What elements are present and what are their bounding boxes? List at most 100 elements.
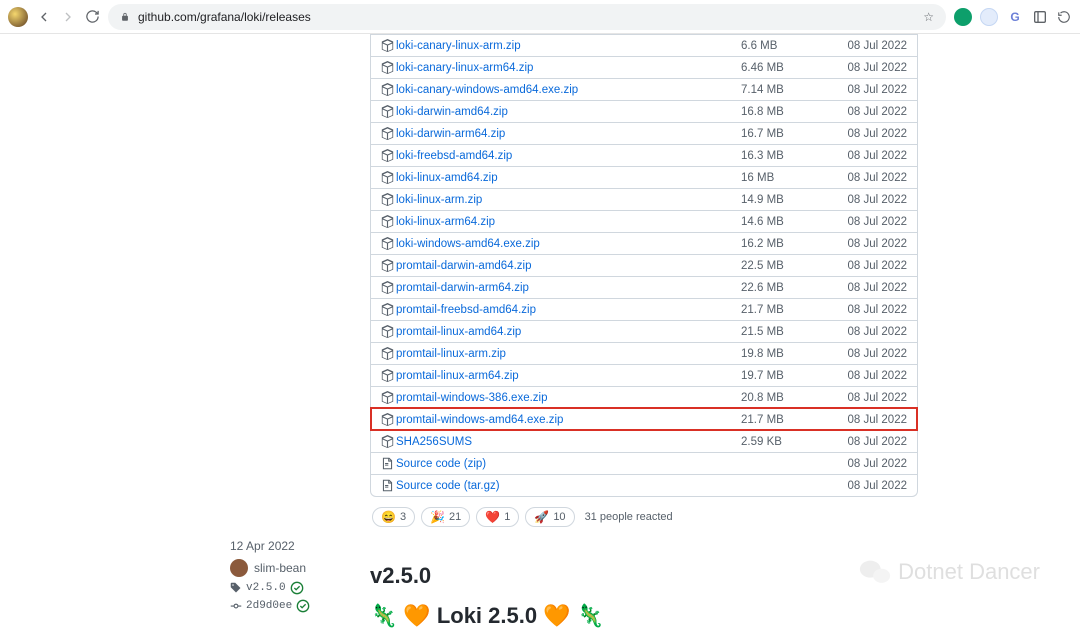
reaction-emoji-icon: ❤️ xyxy=(485,510,500,524)
asset-link[interactable]: loki-windows-amd64.exe.zip xyxy=(396,238,540,250)
assets-list: loki-canary-linux-arm.zip6.6 MB08 Jul 20… xyxy=(370,34,918,497)
asset-size: 22.5 MB xyxy=(741,260,831,272)
asset-link[interactable]: promtail-linux-amd64.zip xyxy=(396,326,521,338)
asset-date: 08 Jul 2022 xyxy=(831,194,907,206)
reading-list-icon[interactable] xyxy=(1032,9,1048,25)
reactions-bar: 😄3 🎉21 ❤️1 🚀10 31 people reacted xyxy=(370,507,918,527)
asset-date: 08 Jul 2022 xyxy=(831,62,907,74)
reaction-count: 21 xyxy=(449,511,461,523)
bookmark-star-icon[interactable]: ☆ xyxy=(923,10,934,24)
asset-row: Source code (zip) 08 Jul 2022 xyxy=(371,452,917,474)
asset-size: 16 MB xyxy=(741,172,831,184)
asset-row: loki-darwin-amd64.zip16.8 MB08 Jul 2022 xyxy=(371,100,917,122)
asset-link[interactable]: loki-freebsd-amd64.zip xyxy=(396,150,512,162)
asset-row: promtail-linux-amd64.zip 21.5 MB08 Jul 20… xyxy=(371,320,917,342)
watermark-text: Dotnet Dancer xyxy=(898,559,1040,585)
asset-link[interactable]: promtail-linux-arm64.zip xyxy=(396,370,519,382)
extension-g-icon[interactable]: G xyxy=(1006,8,1024,26)
asset-link[interactable]: promtail-windows-386.exe.zip xyxy=(396,392,547,404)
asset-row: promtail-windows-386.exe.zip 20.8 MB08 Ju… xyxy=(371,386,917,408)
asset-size: 6.46 MB xyxy=(741,62,831,74)
asset-date: 08 Jul 2022 xyxy=(831,128,907,140)
extension-blue-icon[interactable] xyxy=(980,8,998,26)
asset-size: 21.7 MB xyxy=(741,304,831,316)
address-bar[interactable]: github.com/grafana/loki/releases ☆ xyxy=(108,4,946,30)
reaction-emoji-icon: 😄 xyxy=(381,510,396,524)
asset-size: 20.8 MB xyxy=(741,392,831,404)
asset-link[interactable]: loki-canary-linux-arm64.zip xyxy=(396,62,533,74)
asset-date: 08 Jul 2022 xyxy=(831,304,907,316)
asset-date: 08 Jul 2022 xyxy=(831,436,907,448)
asset-link[interactable]: loki-linux-amd64.zip xyxy=(396,172,498,184)
release-author[interactable]: slim-bean xyxy=(230,559,360,577)
asset-size: 21.7 MB xyxy=(741,414,831,426)
reaction-pill[interactable]: 😄3 xyxy=(372,507,415,527)
asset-row: loki-linux-arm64.zip14.6 MB08 Jul 2022 xyxy=(371,210,917,232)
verified-check-icon xyxy=(296,599,310,613)
asset-date: 08 Jul 2022 xyxy=(831,392,907,404)
reaction-pill[interactable]: ❤️1 xyxy=(476,507,519,527)
wechat-icon xyxy=(858,555,892,589)
asset-row: Source code (tar.gz) 08 Jul 2022 xyxy=(371,474,917,496)
asset-row: promtail-linux-arm64.zip19.7 MB08 Jul 20… xyxy=(371,364,917,386)
release-title-text: Loki 2.5.0 xyxy=(437,603,537,629)
release-tag-row[interactable]: v2.5.0 xyxy=(230,581,360,595)
asset-row: promtail-darwin-arm64.zip22.6 MB08 Jul 2… xyxy=(371,276,917,298)
forward-button[interactable] xyxy=(60,9,76,25)
release-commit-row[interactable]: 2d9d0ee xyxy=(230,599,360,613)
asset-link[interactable]: loki-canary-linux-arm.zip xyxy=(396,40,521,52)
release-meta-sidebar: 12 Apr 2022 slim-bean v2.5.0 2d9d0ee xyxy=(230,539,360,617)
asset-link[interactable]: loki-linux-arm64.zip xyxy=(396,216,495,228)
asset-date: 08 Jul 2022 xyxy=(831,480,907,492)
reaction-count: 10 xyxy=(553,511,565,523)
asset-link[interactable]: promtail-linux-arm.zip xyxy=(396,348,506,360)
lock-icon xyxy=(120,12,130,22)
asset-size: 2.59 KB xyxy=(741,436,831,448)
asset-date: 08 Jul 2022 xyxy=(831,458,907,470)
asset-link[interactable]: promtail-darwin-arm64.zip xyxy=(396,282,529,294)
asset-size: 22.6 MB xyxy=(741,282,831,294)
restore-icon[interactable] xyxy=(1056,9,1072,25)
asset-row: promtail-freebsd-amd64.zip 21.7 MB08 Jul … xyxy=(371,298,917,320)
asset-link[interactable]: SHA256SUMS xyxy=(396,436,472,448)
tag-icon xyxy=(230,582,242,594)
asset-link[interactable]: loki-canary-windows-amd64.exe.zip xyxy=(396,84,578,96)
asset-size: 19.7 MB xyxy=(741,370,831,382)
verified-check-icon xyxy=(290,581,304,595)
asset-date: 08 Jul 2022 xyxy=(831,84,907,96)
asset-date: 08 Jul 2022 xyxy=(831,150,907,162)
asset-row: SHA256SUMS 2.59 KB08 Jul 2022 xyxy=(371,430,917,452)
reaction-pill[interactable]: 🚀10 xyxy=(525,507,574,527)
asset-row: loki-canary-windows-amd64.exe.zip 7.14 MB… xyxy=(371,78,917,100)
watermark: Dotnet Dancer xyxy=(858,555,1040,589)
extension-green-icon[interactable] xyxy=(954,8,972,26)
release-version-heading: v2.5.0 xyxy=(370,563,918,589)
browser-toolbar: github.com/grafana/loki/releases ☆ G xyxy=(0,0,1080,34)
asset-size: 6.6 MB xyxy=(741,40,831,52)
asset-date: 08 Jul 2022 xyxy=(831,326,907,338)
reload-button[interactable] xyxy=(84,9,100,25)
asset-link[interactable]: promtail-windows-amd64.exe.zip xyxy=(396,414,563,426)
asset-link[interactable]: promtail-darwin-amd64.zip xyxy=(396,260,532,272)
asset-size: 21.5 MB xyxy=(741,326,831,338)
asset-size: 16.8 MB xyxy=(741,106,831,118)
author-avatar-icon xyxy=(230,559,248,577)
asset-link[interactable]: Source code (zip) xyxy=(396,458,486,470)
asset-link[interactable]: loki-darwin-amd64.zip xyxy=(396,106,508,118)
asset-size: 16.3 MB xyxy=(741,150,831,162)
asset-link[interactable]: loki-darwin-arm64.zip xyxy=(396,128,505,140)
asset-link[interactable]: promtail-freebsd-amd64.zip xyxy=(396,304,536,316)
asset-date: 08 Jul 2022 xyxy=(831,172,907,184)
asset-row: loki-linux-arm.zip14.9 MB08 Jul 2022 xyxy=(371,188,917,210)
asset-row: promtail-linux-arm.zip19.8 MB08 Jul 2022 xyxy=(371,342,917,364)
asset-link[interactable]: loki-linux-arm.zip xyxy=(396,194,482,206)
asset-date: 08 Jul 2022 xyxy=(831,40,907,52)
heart-emoji-icon: 🧡 xyxy=(543,603,570,629)
reactions-summary: 31 people reacted xyxy=(585,511,673,523)
tag-text: v2.5.0 xyxy=(246,582,286,594)
asset-size: 7.14 MB xyxy=(741,84,831,96)
reaction-pill[interactable]: 🎉21 xyxy=(421,507,470,527)
asset-link[interactable]: Source code (tar.gz) xyxy=(396,480,500,492)
profile-avatar-icon[interactable] xyxy=(8,7,28,27)
back-button[interactable] xyxy=(36,9,52,25)
